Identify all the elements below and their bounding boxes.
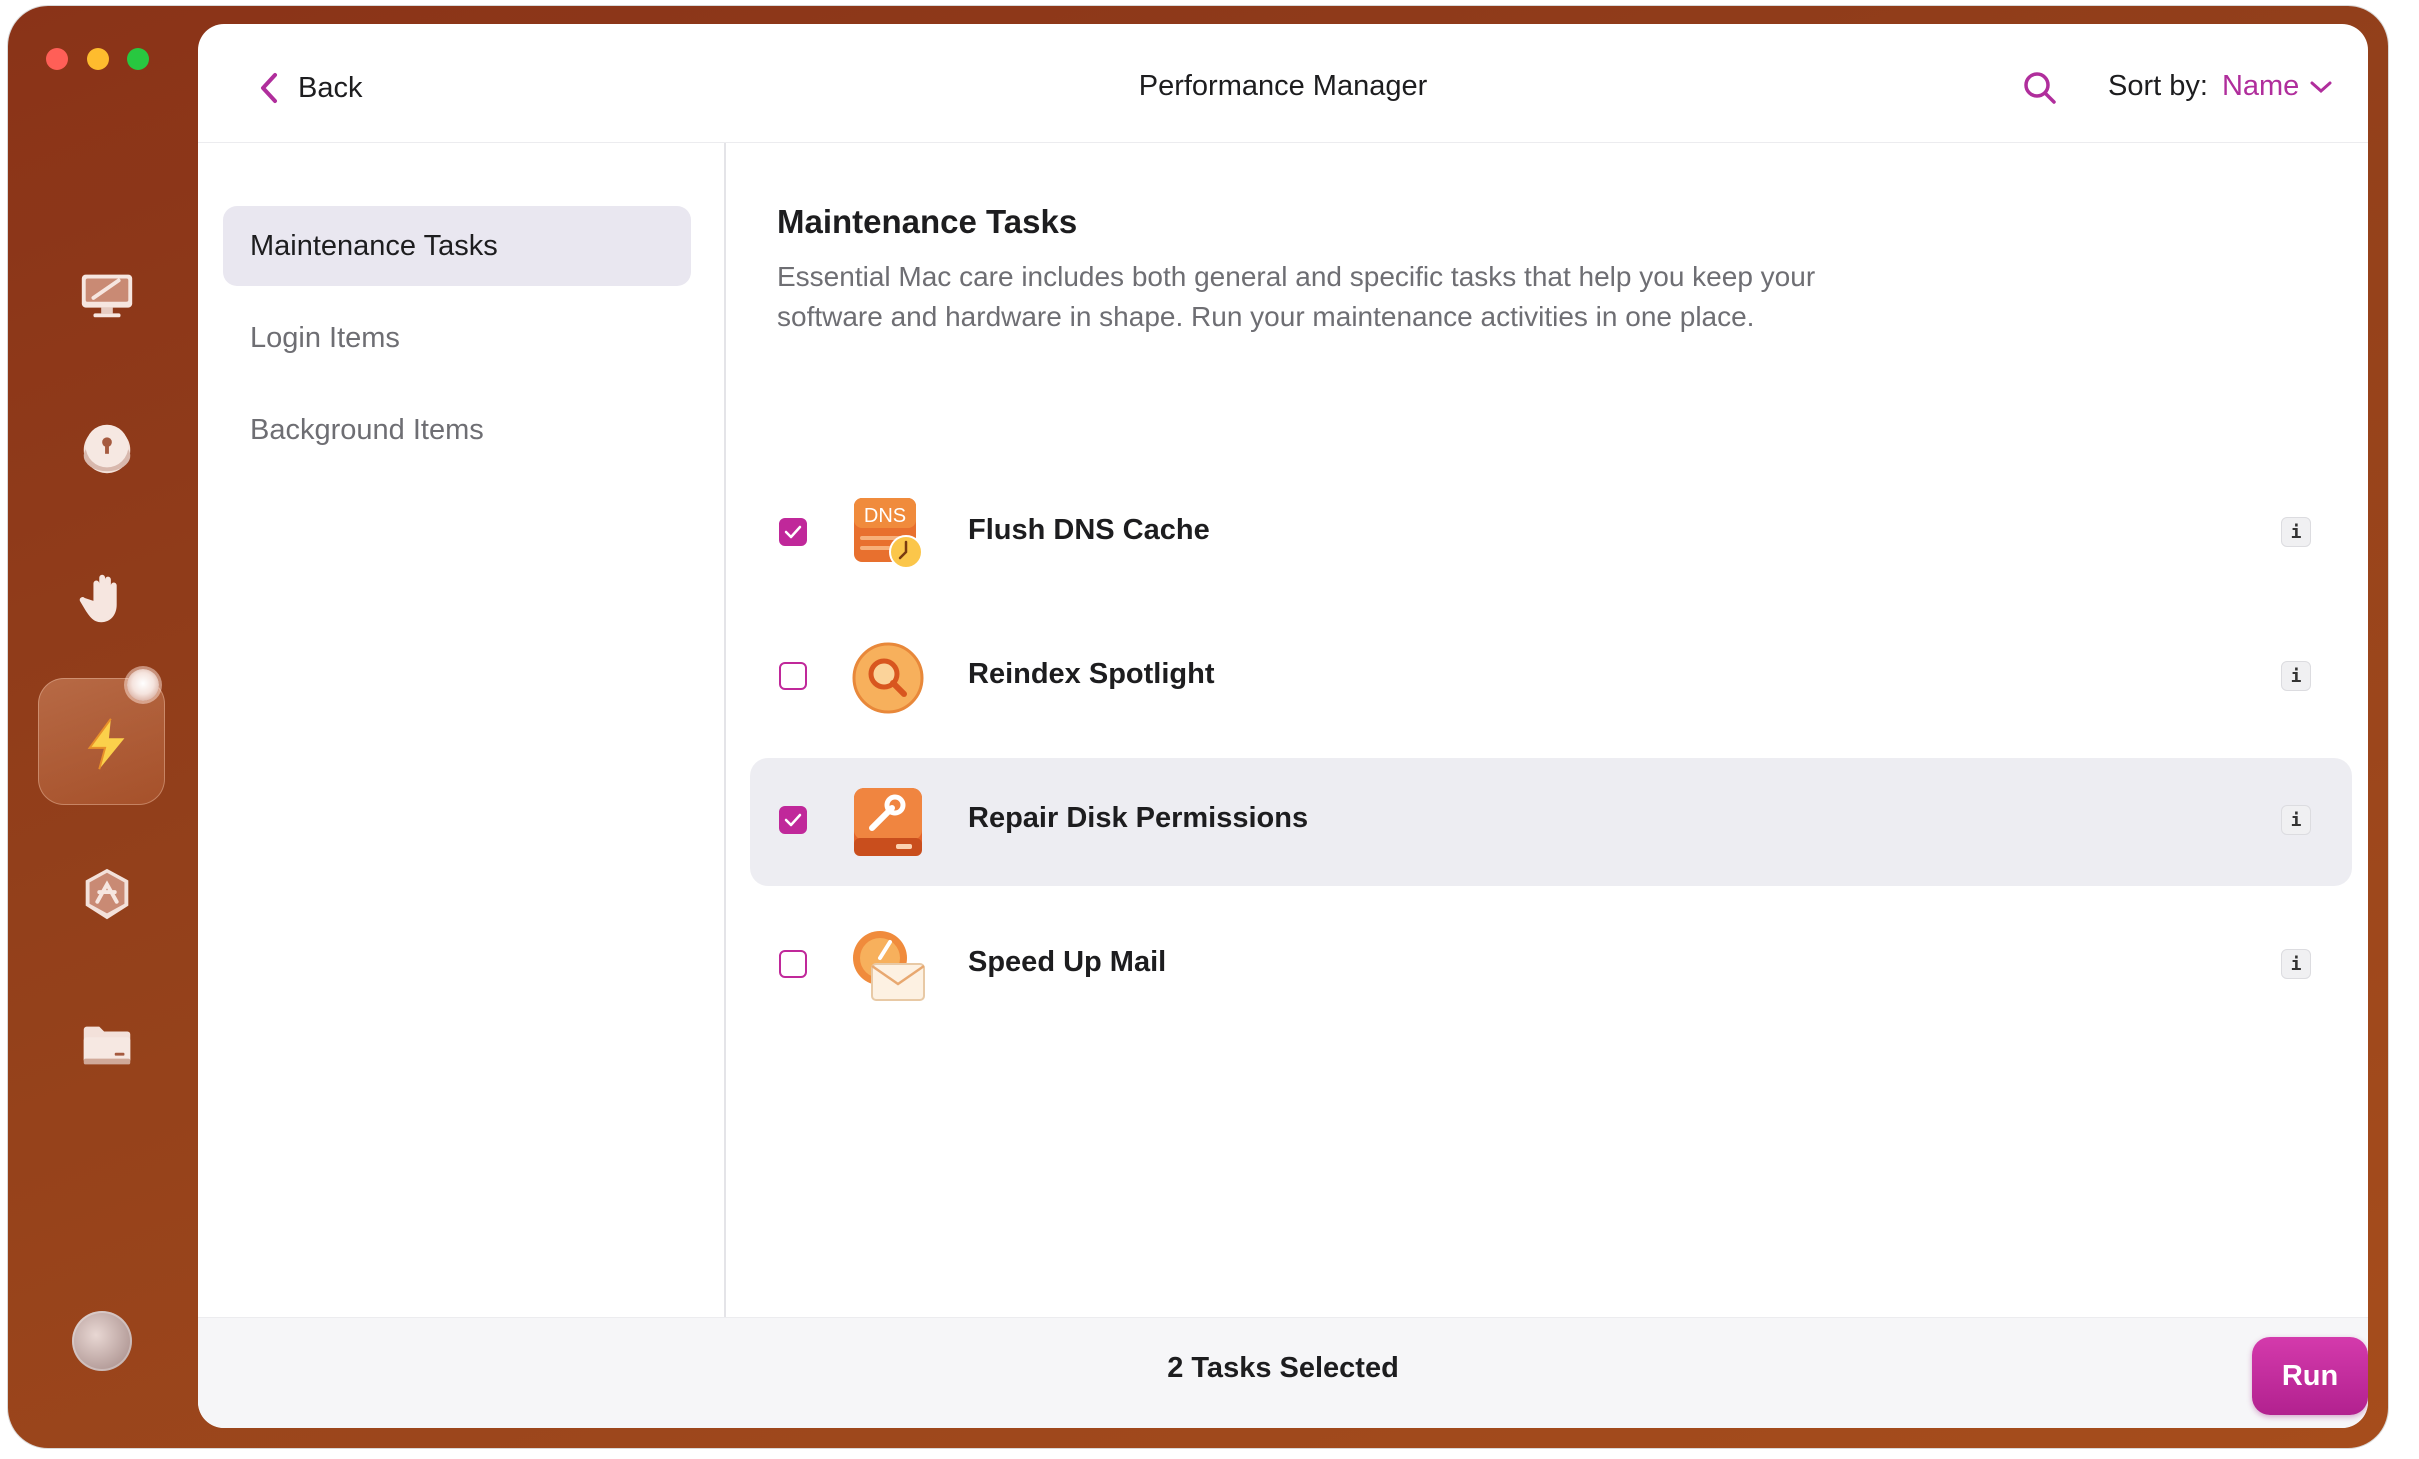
task-row-reindex-spotlight[interactable]: Reindex Spotlight i [750, 614, 2352, 742]
notification-badge [127, 669, 159, 701]
search-icon [2024, 72, 2056, 104]
toolbar: Back Performance Manager Sort by: Name [198, 24, 2368, 143]
task-checkbox[interactable] [779, 518, 807, 546]
task-label: Repair Disk Permissions [968, 802, 1309, 834]
app-window: Back Performance Manager Sort by: Name M… [8, 6, 2388, 1448]
task-row-speed-up-mail[interactable]: Speed Up Mail i [750, 902, 2352, 1030]
selection-status: 2 Tasks Selected [1167, 1352, 1399, 1384]
close-window-button[interactable] [46, 48, 68, 70]
sort-value: Name [2221, 70, 2300, 102]
content-panel: Back Performance Manager Sort by: Name M… [198, 24, 2368, 1428]
sort-dropdown[interactable]: Name [2222, 70, 2333, 103]
section-title: Maintenance Tasks [777, 203, 1078, 240]
checkmark-icon [784, 813, 802, 827]
mail-speed-icon [853, 931, 925, 1001]
run-button[interactable]: Run [2252, 1337, 2368, 1415]
task-label: Reindex Spotlight [968, 658, 1215, 690]
nav-item-background-items[interactable]: Background Items [223, 390, 691, 470]
dns-icon-text: DNS [864, 505, 906, 527]
monitor-icon[interactable] [72, 259, 142, 329]
checkmark-icon [784, 525, 802, 539]
maximize-window-button[interactable] [127, 48, 149, 70]
sort-control: Sort by: Name [2108, 70, 2333, 103]
hand-protection-icon[interactable] [72, 562, 142, 632]
nav-item-maintenance-tasks[interactable]: Maintenance Tasks [223, 206, 691, 286]
privacy-icon[interactable] [72, 413, 142, 483]
performance-lightning-icon[interactable] [72, 709, 142, 779]
info-button[interactable]: i [2281, 517, 2311, 547]
dns-cache-icon: DNS [854, 498, 923, 569]
task-label: Flush DNS Cache [968, 514, 1210, 546]
chevron-down-icon [2310, 81, 2332, 93]
info-button[interactable]: i [2281, 661, 2311, 691]
task-checkbox[interactable] [779, 806, 807, 834]
search-button[interactable] [2020, 68, 2060, 108]
spotlight-magnifier-icon [852, 642, 924, 714]
task-panel: Maintenance Tasks Essential Mac care inc… [726, 143, 2368, 1318]
files-folder-icon[interactable] [72, 1010, 142, 1080]
section-description: Essential Mac care includes both general… [777, 261, 1816, 332]
minimize-window-button[interactable] [87, 48, 109, 70]
nav-item-login-items[interactable]: Login Items [223, 298, 691, 378]
profile-avatar-icon[interactable] [72, 1311, 132, 1371]
task-row-repair-disk-permissions[interactable]: Repair Disk Permissions i [750, 758, 2352, 886]
disk-wrench-icon [854, 788, 922, 856]
category-list: Maintenance Tasks Login Items Background… [198, 143, 726, 1318]
task-checkbox[interactable] [779, 662, 807, 690]
info-button[interactable]: i [2281, 949, 2311, 979]
info-button[interactable]: i [2281, 805, 2311, 835]
task-row-flush-dns[interactable]: DNS Flush DNS Cache i [750, 470, 2352, 598]
task-checkbox[interactable] [779, 950, 807, 978]
applications-icon[interactable] [72, 859, 142, 929]
sort-label: Sort by: [2108, 70, 2208, 102]
task-label: Speed Up Mail [968, 946, 1167, 978]
footer-bar: 2 Tasks Selected Run [198, 1317, 2368, 1428]
